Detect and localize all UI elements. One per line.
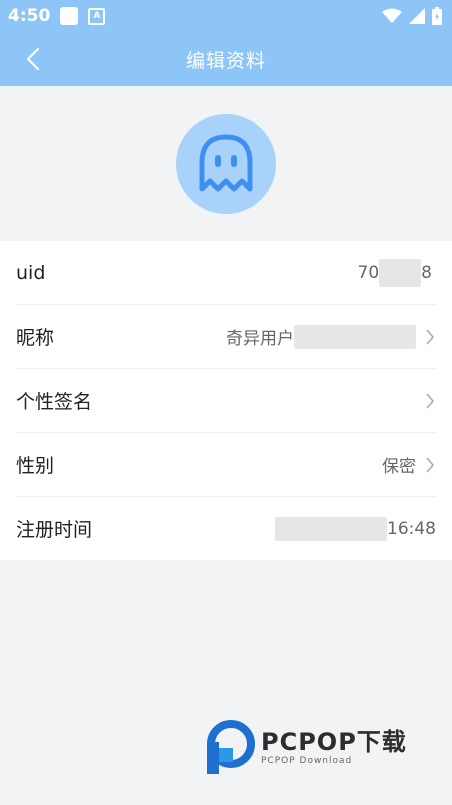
uid-label: uid [16, 261, 46, 284]
register-time-label: 注册时间 [16, 519, 93, 541]
signature-value [416, 391, 436, 411]
watermark-brand: PCPOP下载 [261, 728, 407, 756]
uid-value-end: 8 [421, 262, 432, 283]
watermark-sub: PCPOP Download [261, 756, 353, 766]
gender-label: 性别 [16, 455, 55, 477]
notification-a-icon: A [88, 7, 106, 25]
notification-square-icon [60, 7, 79, 25]
status-time: 4:50 [8, 6, 51, 26]
nickname-value: 奇异用户 [226, 324, 436, 349]
watermark: PCPOP下载 PCPOP Download [205, 720, 407, 776]
watermark-text: PCPOP下载 PCPOP Download [261, 730, 407, 766]
chevron-right-icon [426, 456, 435, 473]
ghost-icon [199, 134, 253, 191]
nickname-label: 昵称 [16, 327, 55, 349]
wifi-icon [382, 8, 402, 23]
back-arrow-icon[interactable] [20, 45, 48, 73]
avatar[interactable] [176, 113, 276, 214]
row-nickname[interactable]: 昵称 奇异用户 [16, 305, 436, 369]
row-register-time: 注册时间 16:48 [16, 497, 436, 560]
register-time-redacted [275, 516, 387, 541]
gender-value: 保密 [382, 452, 436, 477]
register-time-value: 16:48 [275, 516, 436, 541]
avatar-section [0, 86, 452, 241]
profile-list: uid 70 8 昵称 奇异用户 个性签名 性别 保密 注册时间 16:48 [0, 241, 452, 560]
signature-label: 个性签名 [16, 391, 93, 413]
nickname-text: 奇异用户 [226, 329, 294, 349]
uid-value-start: 70 [357, 262, 380, 283]
uid-redacted [379, 258, 422, 287]
row-signature[interactable]: 个性签名 [16, 369, 436, 433]
gender-text: 保密 [382, 457, 416, 477]
page-title: 编辑资料 [185, 49, 266, 72]
chevron-right-icon [426, 392, 435, 409]
nickname-redacted [294, 324, 416, 349]
app-header: 编辑资料 [0, 32, 452, 86]
pcpop-logo-icon [207, 720, 255, 774]
uid-value: 70 8 [357, 258, 432, 287]
signal-icon [409, 8, 425, 24]
register-time-end: 16:48 [387, 518, 436, 539]
row-uid: uid 70 8 [16, 241, 436, 305]
chevron-right-icon [426, 328, 435, 345]
battery-icon [432, 7, 442, 25]
row-gender[interactable]: 性别 保密 [16, 433, 436, 497]
status-bar: 4:50 A [0, 0, 452, 32]
